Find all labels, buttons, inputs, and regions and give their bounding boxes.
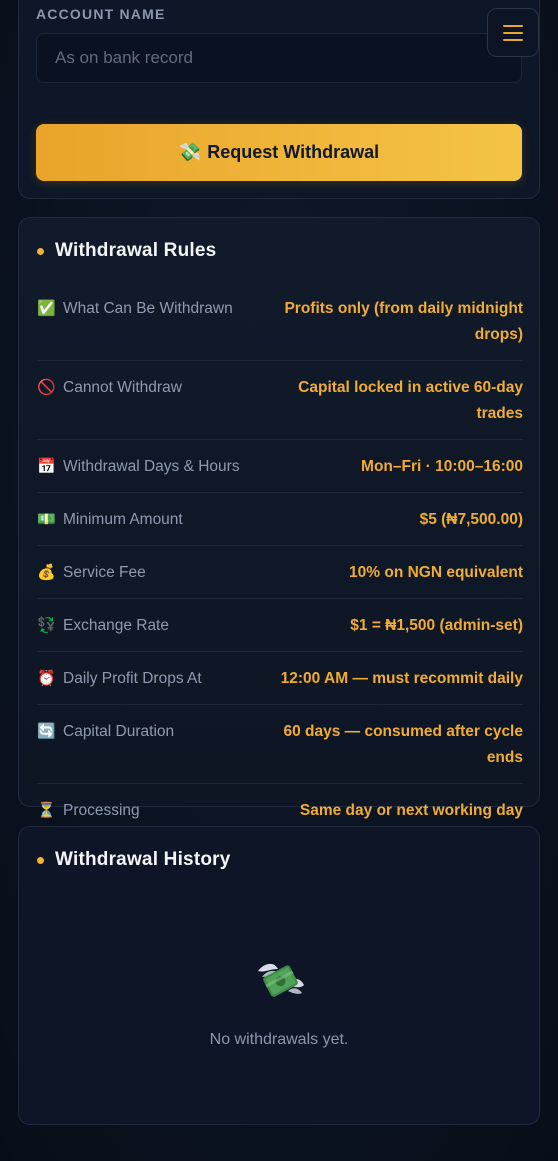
title-dot-icon	[37, 247, 44, 255]
rule-value: 10% on NGN equivalent	[349, 564, 523, 581]
account-name-label: ACCOUNT NAME	[36, 6, 166, 22]
rule-value: $5 (₦7,500.00)	[419, 511, 523, 528]
withdrawal-history-card: Withdrawal History No withdrawals yet.	[18, 826, 540, 1125]
hamburger-menu-icon	[503, 24, 523, 42]
rule-value: Mon–Fri · 10:00–16:00	[361, 458, 523, 475]
rule-row: ⏰ Daily Profit Drops At 12:00 AM — must r…	[37, 652, 523, 705]
request-withdrawal-label: Request Withdrawal	[207, 142, 380, 162]
rule-label: Cannot Withdraw	[63, 379, 182, 396]
rules-list: ✅ What Can Be Withdrawn Profits only (fro…	[37, 282, 523, 837]
money-wings-icon: 💸	[178, 142, 202, 162]
account-name-input[interactable]	[36, 33, 522, 83]
rule-value: 12:00 AM — must recommit daily	[280, 670, 523, 687]
rule-row: 📅 Withdrawal Days & Hours Mon–Fri · 10:00…	[37, 440, 523, 493]
rule-label: Minimum Amount	[63, 511, 183, 528]
rule-value: $1 = ₦1,500 (admin-set)	[350, 617, 523, 634]
banknote-icon: 💵	[37, 511, 56, 528]
history-title-text: Withdrawal History	[55, 849, 231, 870]
rule-row: 💰 Service Fee 10% on NGN equivalent	[37, 546, 523, 599]
rule-value: Same day or next working day	[299, 802, 523, 819]
rule-row: 🔄 Capital Duration 60 days — consumed aft…	[37, 705, 523, 784]
rule-value: Capital locked in active 60-day trades	[298, 379, 523, 422]
money-with-wings-icon	[258, 963, 304, 997]
rule-label: Exchange Rate	[63, 617, 169, 634]
calendar-icon: 📅	[37, 458, 56, 475]
rule-label: Service Fee	[63, 564, 146, 581]
rules-title-text: Withdrawal Rules	[55, 240, 217, 261]
prohibited-icon: 🚫	[37, 379, 56, 396]
check-mark-icon: ✅	[37, 300, 56, 317]
history-title: Withdrawal History	[37, 849, 231, 871]
rule-row: 🚫 Cannot Withdraw Capital locked in activ…	[37, 361, 523, 440]
rule-value: 60 days — consumed after cycle ends	[283, 723, 523, 766]
rule-row: ✅ What Can Be Withdrawn Profits only (fro…	[37, 282, 523, 361]
rule-row: 💵 Minimum Amount $5 (₦7,500.00)	[37, 493, 523, 546]
currency-exchange-icon: 💱	[37, 617, 56, 634]
title-dot-icon	[37, 856, 44, 864]
rule-label: Capital Duration	[63, 723, 175, 740]
rule-label: What Can Be Withdrawn	[63, 300, 233, 317]
rule-row: 💱 Exchange Rate $1 = ₦1,500 (admin-set)	[37, 599, 523, 652]
rule-value: Profits only (from daily midnight drops)	[284, 300, 523, 343]
cycle-arrows-icon: 🔄	[37, 723, 56, 740]
alarm-clock-icon: ⏰	[37, 670, 56, 687]
menu-button[interactable]	[487, 8, 539, 57]
rules-title: Withdrawal Rules	[37, 240, 216, 262]
rule-label: Daily Profit Drops At	[63, 670, 202, 687]
money-bag-icon: 💰	[37, 564, 56, 581]
hourglass-icon: ⏳	[37, 802, 56, 819]
request-withdrawal-button[interactable]: 💸 Request Withdrawal	[36, 124, 522, 181]
empty-history-text: No withdrawals yet.	[209, 1031, 349, 1048]
withdrawal-rules-card: Withdrawal Rules ✅ What Can Be Withdrawn …	[18, 217, 540, 837]
rule-label: Withdrawal Days & Hours	[63, 458, 240, 475]
rule-label: Processing	[63, 802, 140, 819]
